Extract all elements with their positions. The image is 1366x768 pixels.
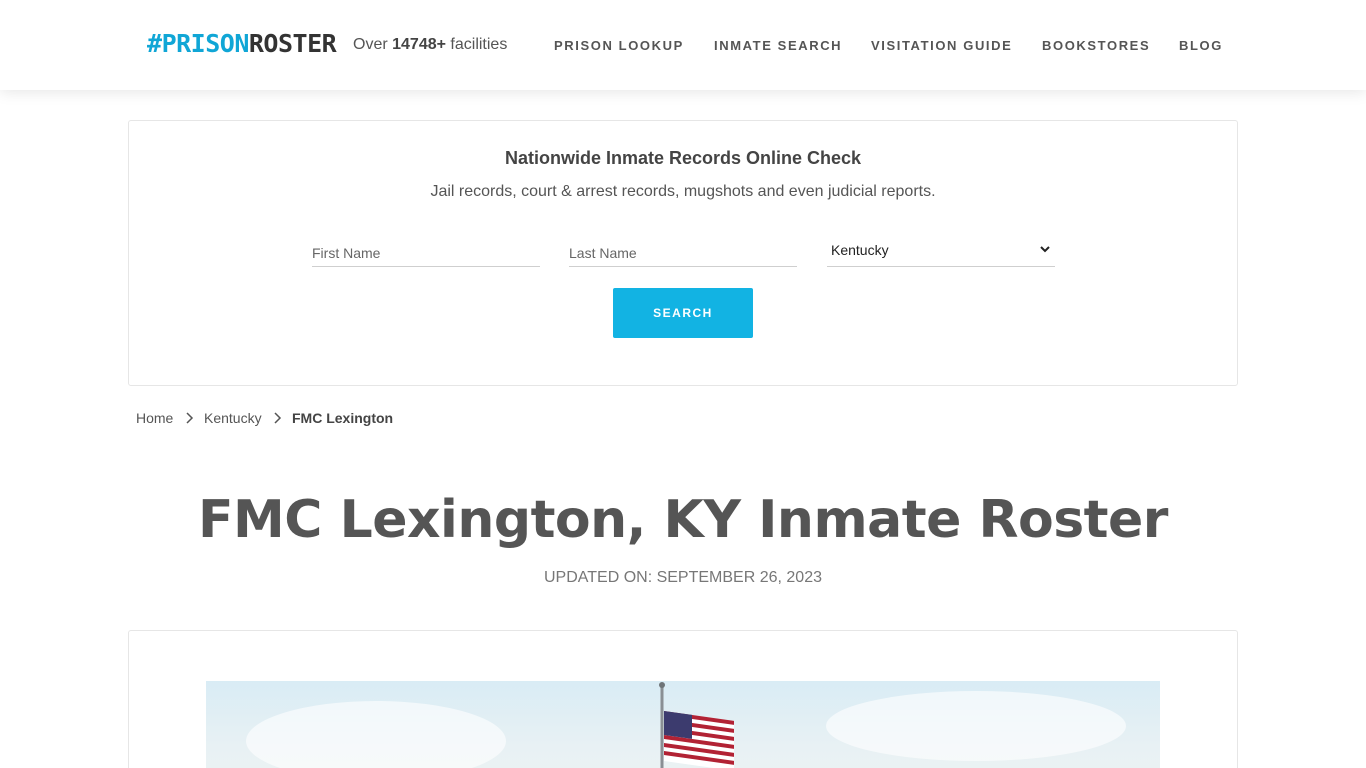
first-name-input[interactable]: [312, 239, 540, 267]
flag-icon: [659, 682, 734, 768]
updated-date: UPDATED ON: SEPTEMBER 26, 2023: [543, 569, 822, 586]
state-select-value: Kentucky: [831, 242, 889, 258]
breadcrumb-current: FMC Lexington: [292, 410, 394, 426]
search-card-subtitle: Jail records, court & arrest records, mu…: [430, 183, 936, 200]
search-button[interactable]: SEARCH: [613, 288, 753, 338]
inmate-search-card: Nationwide Inmate Records Online Check J…: [128, 120, 1238, 386]
chevron-right-icon: [186, 412, 194, 424]
breadcrumb-kentucky[interactable]: Kentucky: [204, 409, 262, 427]
logo-roster: ROSTER: [248, 29, 337, 58]
chevron-down-icon: [1040, 246, 1050, 253]
last-name-input[interactable]: [569, 239, 797, 267]
facilities-number: 14748+: [392, 36, 446, 53]
logo-prison: PRISON: [161, 29, 250, 58]
state-select[interactable]: Kentucky: [827, 237, 1055, 267]
site-logo[interactable]: #PRISONROSTER: [147, 29, 337, 59]
nav-bookstores[interactable]: BOOKSTORES: [1042, 38, 1150, 53]
chevron-right-icon: [274, 412, 282, 424]
search-card-title: Nationwide Inmate Records Online Check: [504, 148, 862, 168]
facility-photo: [206, 681, 1160, 768]
facilities-count: Over 14748+ facilities: [353, 35, 507, 55]
logo-hash: #: [147, 29, 162, 58]
facilities-suffix: facilities: [445, 36, 508, 53]
facilities-prefix: Over: [353, 36, 393, 53]
facility-photo-card: [128, 630, 1238, 768]
nav-blog[interactable]: BLOG: [1179, 38, 1223, 53]
nav-inmate-search[interactable]: INMATE SEARCH: [714, 38, 842, 53]
nav-visitation-guide[interactable]: VISITATION GUIDE: [871, 38, 1012, 53]
nav-prison-lookup[interactable]: PRISON LOOKUP: [554, 38, 684, 53]
breadcrumb-home[interactable]: Home: [136, 409, 173, 427]
page-title: FMC Lexington, KY Inmate Roster: [198, 490, 1168, 550]
site-header: #PRISONROSTER Over 14748+ facilities PRI…: [0, 0, 1366, 90]
